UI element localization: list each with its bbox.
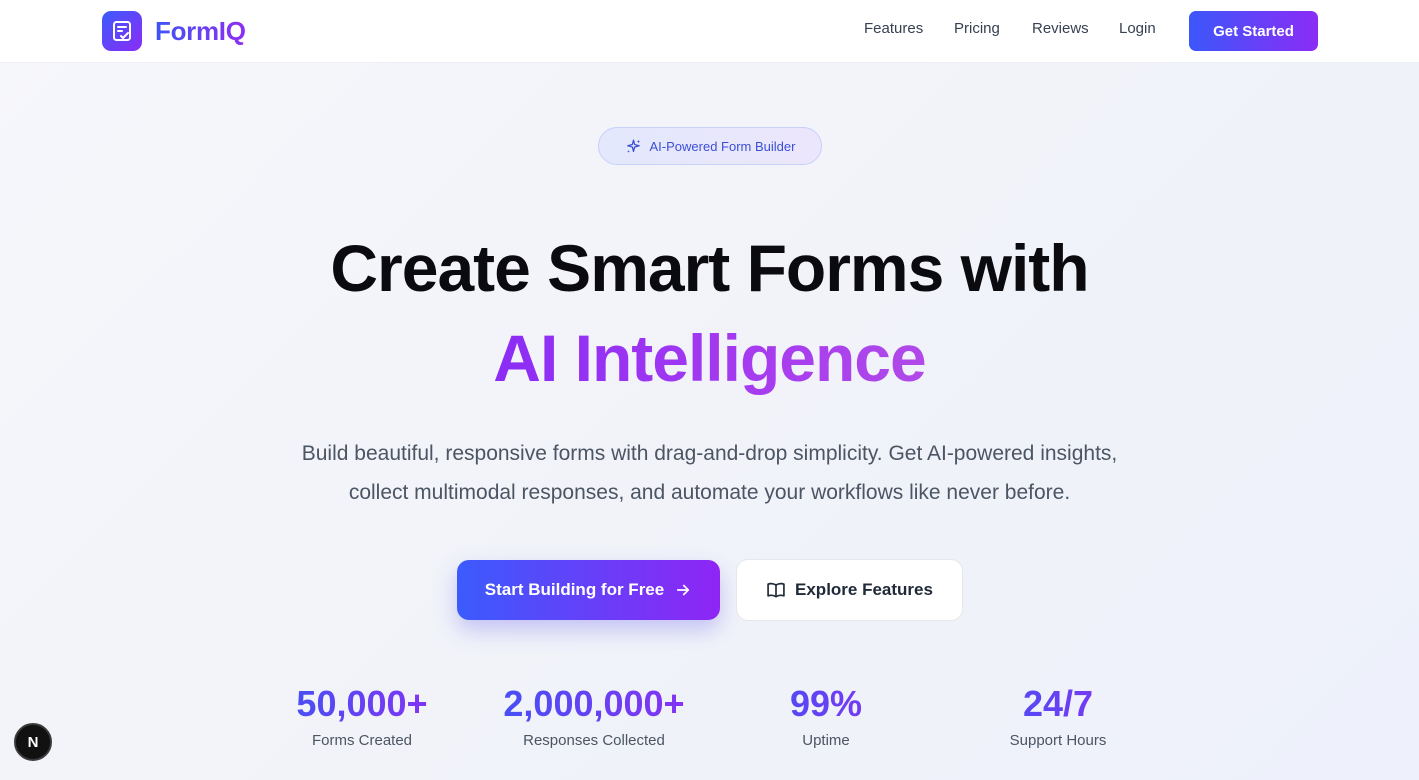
stat-label: Support Hours [1009, 732, 1107, 749]
nav-link-features[interactable]: Features [864, 20, 923, 37]
nav-link-reviews[interactable]: Reviews [1032, 20, 1089, 37]
start-building-button[interactable]: Start Building for Free [457, 560, 720, 620]
stat-label: Forms Created [311, 732, 413, 749]
subtitle-line-1: Build beautiful, responsive forms with d… [301, 442, 1118, 465]
form-check-icon [102, 11, 142, 51]
arrow-right-icon [674, 581, 692, 599]
stat-value: 99% [726, 680, 926, 728]
headline-gradient-text: AI Intelligence [493, 321, 926, 395]
headline-line-1: Create Smart Forms with [330, 231, 1089, 305]
stat-responses-collected: 2,000,000+ Responses Collected [474, 680, 714, 749]
stat-support-hours: 24/7 Support Hours [958, 680, 1158, 749]
explore-features-button[interactable]: Explore Features [736, 559, 963, 621]
stat-uptime: 99% Uptime [726, 680, 926, 749]
stat-forms-created: 50,000+ Forms Created [262, 680, 462, 749]
get-started-button[interactable]: Get Started [1189, 11, 1318, 51]
brand-logo[interactable]: FormIQ [102, 11, 246, 51]
dev-tools-badge-letter: N [27, 733, 39, 751]
hero-subtitle: Build beautiful, responsive forms with d… [260, 434, 1159, 512]
headline-line-2: AI Intelligence [0, 316, 1419, 400]
badge-label: AI-Powered Form Builder [649, 138, 796, 154]
dev-tools-badge[interactable]: N [14, 723, 52, 761]
stat-value: 2,000,000+ [474, 680, 714, 728]
nav-link-pricing[interactable]: Pricing [954, 20, 1000, 37]
stat-label: Uptime [802, 732, 850, 749]
stat-value: 24/7 [958, 680, 1158, 728]
book-open-icon [766, 580, 786, 600]
nav-link-login[interactable]: Login [1119, 20, 1156, 37]
ai-badge: AI-Powered Form Builder [598, 127, 822, 165]
stat-label: Responses Collected [523, 732, 665, 749]
subtitle-line-2: collect multimodal responses, and automa… [348, 481, 1071, 504]
explore-features-label: Explore Features [795, 580, 933, 599]
start-building-label: Start Building for Free [484, 580, 665, 599]
top-navbar: FormIQ Features Pricing Reviews Login Ge… [0, 0, 1419, 63]
brand-name: FormIQ [155, 15, 246, 46]
stat-value: 50,000+ [262, 680, 462, 728]
sparkles-icon [625, 138, 642, 155]
